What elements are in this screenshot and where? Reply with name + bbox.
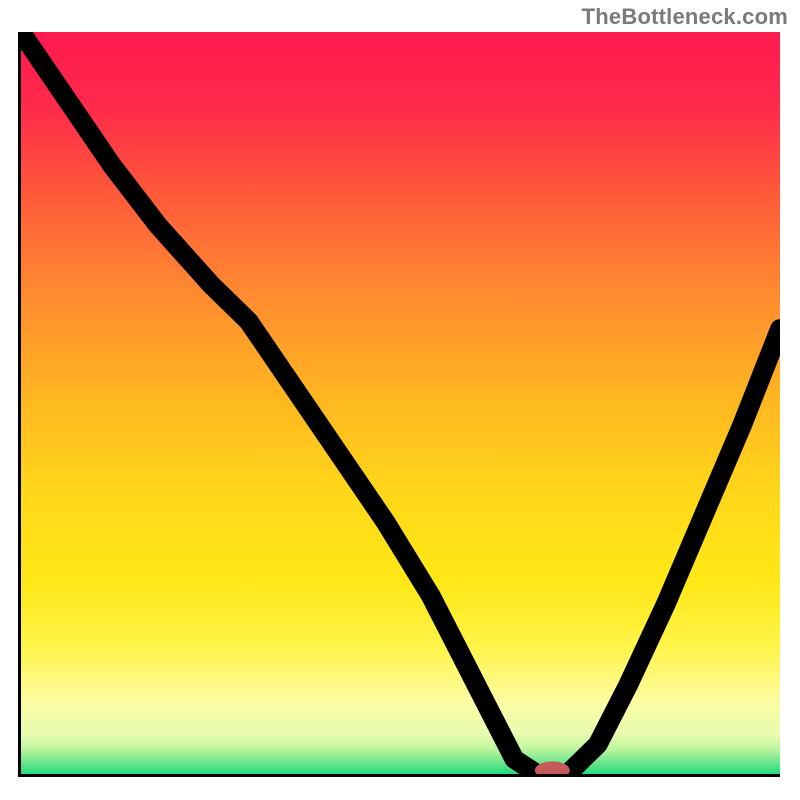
plot-area: [18, 32, 780, 777]
chart-container: TheBottleneck.com: [0, 0, 800, 800]
chart-background: [21, 32, 780, 774]
attribution-label: TheBottleneck.com: [582, 4, 788, 30]
plot-inner: [21, 32, 780, 774]
chart-svg: [21, 32, 780, 774]
